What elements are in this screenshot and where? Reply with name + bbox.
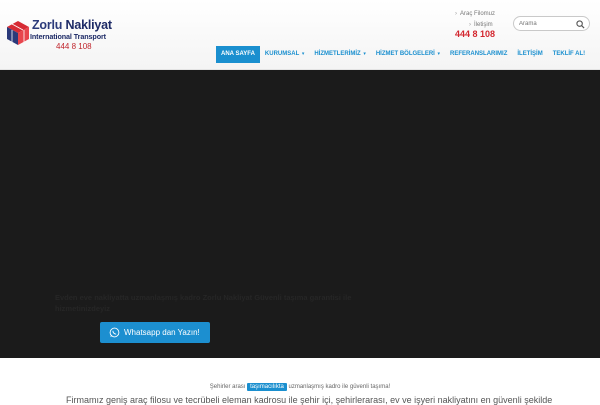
nav-corporate[interactable]: KURUMSAL ▾ <box>260 46 309 63</box>
logo-subtitle: International Transport <box>30 32 106 41</box>
tagline-highlight: taşımacılıkta <box>247 383 287 391</box>
top-link-fleet[interactable]: › Araç Filomuz <box>455 9 495 20</box>
search-icon[interactable] <box>576 20 585 29</box>
whatsapp-button[interactable]: Whatsapp dan Yazın! <box>100 322 210 343</box>
tagline: Şehirler arası taşımacılıkta uzmanlaşmış… <box>209 383 391 391</box>
hero-slider: Evden eve nakliyatta uzmanlaşmış kadro Z… <box>0 70 600 358</box>
arrow-right-icon: › <box>455 11 457 17</box>
intro-text: Firmamız geniş araç filosu ve tecrübeli … <box>66 395 553 405</box>
main-nav: ANA SAYFA KURUMSAL ▾ HİZMETLERİMİZ ▾ HİZ… <box>216 46 590 63</box>
whatsapp-icon <box>109 327 120 338</box>
nav-get-quote[interactable]: TEKLİF AL! <box>548 46 590 63</box>
logo-name: Zorlu Nakliyat <box>32 18 112 32</box>
site-header: Zorlu Nakliyat International Transport 4… <box>0 0 600 70</box>
nav-services[interactable]: HİZMETLERİMİZ ▾ <box>309 46 371 63</box>
arrow-right-icon: › <box>469 22 471 28</box>
header-phone[interactable]: 444 8 108 <box>455 29 495 39</box>
logo[interactable]: Zorlu Nakliyat International Transport 4… <box>6 18 121 54</box>
caret-down-icon: ▾ <box>437 51 441 57</box>
top-links: › Araç Filomuz › İletişim <box>455 9 495 31</box>
nav-service-regions[interactable]: HİZMET BÖLGELERİ ▾ <box>371 46 445 63</box>
nav-contact[interactable]: İLETİŞİM <box>512 46 547 63</box>
hero-text: Evden eve nakliyatta uzmanlaşmış kadro Z… <box>55 293 352 313</box>
nav-references[interactable]: REFERANSLARIMIZ <box>445 46 512 63</box>
caret-down-icon: ▾ <box>301 51 305 57</box>
search-box <box>513 16 590 31</box>
caret-down-icon: ▾ <box>363 51 366 57</box>
cube-logo-icon <box>7 21 29 45</box>
whatsapp-button-label: Whatsapp dan Yazın! <box>124 328 200 337</box>
search-input[interactable] <box>519 19 575 29</box>
nav-home[interactable]: ANA SAYFA <box>216 46 260 63</box>
logo-phone: 444 8 108 <box>56 42 92 51</box>
